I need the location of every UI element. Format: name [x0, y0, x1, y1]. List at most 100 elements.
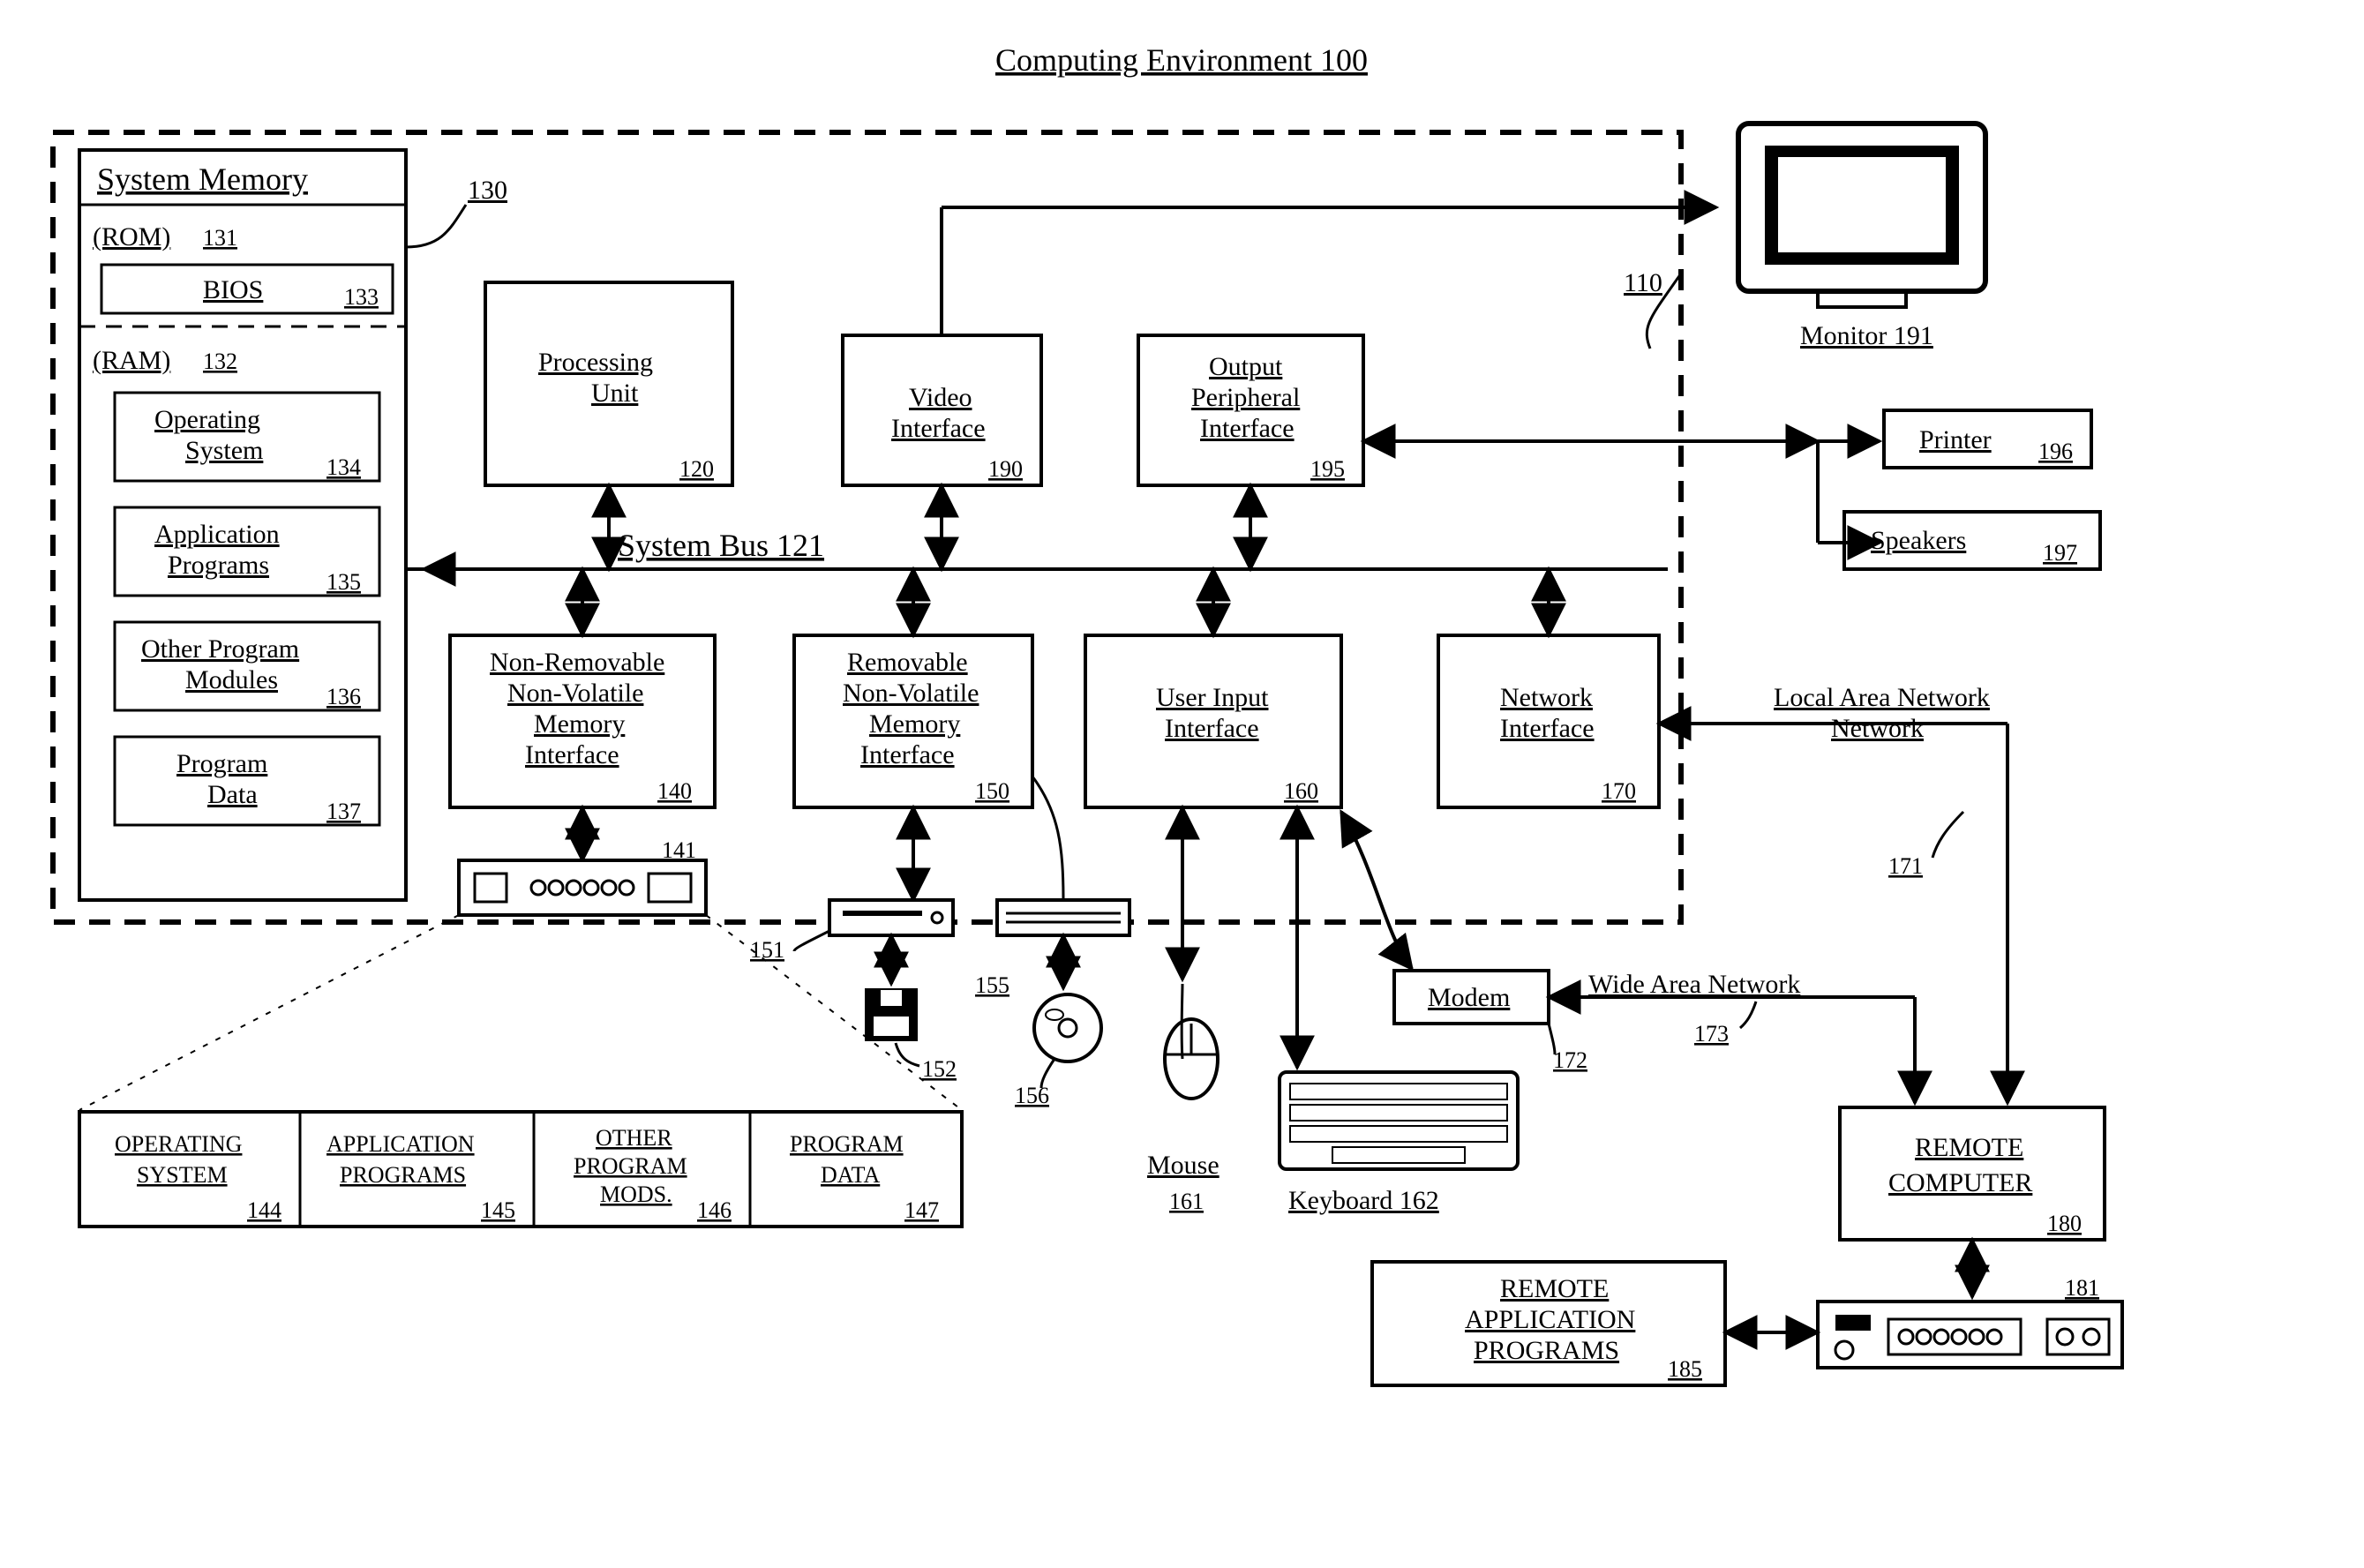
mouse-label: Mouse [1147, 1151, 1220, 1180]
svg-text:181: 181 [2065, 1275, 2099, 1301]
hdd-breakout: OPERATING SYSTEM 144 APPLICATION PROGRAM… [79, 915, 962, 1227]
bios-num: 133 [344, 284, 379, 310]
printer-box: Printer 196 [1884, 410, 2091, 468]
svg-text:Output: Output [1209, 352, 1283, 381]
svg-text:135: 135 [326, 569, 361, 595]
svg-text:173: 173 [1694, 1021, 1729, 1047]
svg-text:145: 145 [481, 1197, 515, 1223]
floppy-num: 152 [922, 1056, 957, 1082]
svg-text:OPERATING: OPERATING [115, 1131, 242, 1157]
svg-text:172: 172 [1553, 1047, 1587, 1073]
nrnv-box: Non-Removable Non-Volatile Memory Interf… [450, 569, 715, 860]
svg-text:REMOTE: REMOTE [1915, 1133, 2023, 1162]
svg-text:Local Area Network: Local Area Network [1774, 683, 1990, 712]
svg-text:Application: Application [154, 520, 280, 549]
rnv-box: Removable Non-Volatile Memory Interface … [794, 569, 1032, 900]
monitor-label: Monitor 191 [1800, 321, 1933, 350]
svg-text:137: 137 [326, 799, 361, 824]
svg-text:Memory: Memory [869, 709, 960, 739]
svg-text:144: 144 [247, 1197, 281, 1223]
svg-text:Peripheral: Peripheral [1191, 383, 1300, 412]
svg-text:Interface: Interface [1165, 714, 1259, 743]
svg-text:APPLICATION: APPLICATION [326, 1131, 475, 1157]
wan-link: Wide Area Network 173 [1549, 970, 1915, 1103]
remote-computer-box: REMOTE COMPUTER 180 [1840, 1107, 2105, 1297]
svg-text:136: 136 [326, 684, 361, 709]
user-input-box: User Input Interface 160 [1085, 569, 1341, 807]
svg-text:Interface: Interface [891, 414, 986, 443]
svg-text:185: 185 [1668, 1356, 1702, 1382]
odd-num: 155 [975, 972, 1009, 998]
svg-text:180: 180 [2047, 1211, 2082, 1236]
floppy-drive-icon: 151 152 [750, 900, 957, 1082]
svg-text:Interface: Interface [1500, 714, 1595, 743]
svg-text:Memory: Memory [534, 709, 625, 739]
sysmem-header: System Memory [97, 161, 308, 197]
bus-label: System Bus 121 [618, 528, 824, 563]
keyboard-label: Keyboard 162 [1288, 1186, 1439, 1215]
svg-text:APPLICATION: APPLICATION [1465, 1305, 1635, 1334]
svg-text:Other Program: Other Program [141, 634, 299, 664]
svg-text:Non-Volatile: Non-Volatile [843, 679, 979, 708]
modem-box: Modem 172 [1341, 812, 1587, 1073]
svg-text:171: 171 [1888, 853, 1923, 879]
svg-text:Data: Data [207, 780, 258, 809]
svg-text:DATA: DATA [821, 1162, 880, 1188]
svg-text:Non-Removable: Non-Removable [490, 648, 664, 677]
svg-text:Programs: Programs [168, 551, 269, 580]
svg-text:Unit: Unit [591, 379, 639, 408]
computer-num: 110 [1624, 268, 1662, 297]
svg-text:Printer: Printer [1919, 425, 1992, 454]
svg-text:195: 195 [1310, 456, 1345, 482]
svg-text:OTHER: OTHER [596, 1125, 672, 1151]
svg-text:Wide Area Network: Wide Area Network [1588, 970, 1800, 999]
sm-os-2: System [185, 436, 263, 465]
svg-text:PROGRAM: PROGRAM [574, 1153, 687, 1179]
speakers-box: Speakers 197 [1844, 512, 2100, 569]
svg-text:PROGRAMS: PROGRAMS [1474, 1336, 1619, 1365]
svg-text:160: 160 [1284, 778, 1318, 804]
network-interface-box: Network Interface 170 [1438, 569, 1659, 807]
rom-label: (ROM) [93, 222, 170, 251]
diagram-title: Computing Environment 100 [995, 42, 1368, 78]
mouse-num: 161 [1169, 1189, 1204, 1214]
monitor-icon: Monitor 191 [1738, 124, 1985, 350]
svg-text:PROGRAM: PROGRAM [790, 1131, 904, 1157]
svg-text:User Input: User Input [1156, 683, 1269, 712]
svg-text:150: 150 [975, 778, 1009, 804]
svg-text:146: 146 [697, 1197, 732, 1223]
system-memory-block: System Memory (ROM) 131 BIOS 133 (RAM) 1… [79, 150, 507, 900]
remote-hdd-icon: 181 [1818, 1275, 2122, 1368]
svg-text:Interface: Interface [525, 740, 619, 769]
svg-text:140: 140 [657, 778, 692, 804]
svg-text:196: 196 [2038, 439, 2073, 464]
sm-os-1: Operating [154, 405, 260, 434]
svg-text:Interface: Interface [860, 740, 955, 769]
svg-text:SYSTEM: SYSTEM [137, 1162, 228, 1188]
svg-text:Modem: Modem [1428, 983, 1510, 1012]
svg-text:190: 190 [988, 456, 1023, 482]
remote-app-programs-box: REMOTE APPLICATION PROGRAMS 185 [1372, 1262, 1818, 1385]
svg-text:Network: Network [1831, 714, 1924, 743]
rom-num: 131 [203, 225, 237, 251]
svg-text:COMPUTER: COMPUTER [1888, 1168, 2032, 1197]
svg-text:Video: Video [909, 383, 972, 412]
svg-text:MODS.: MODS. [600, 1182, 672, 1207]
sysmem-lead-num: 130 [468, 176, 507, 205]
optical-drive-icon: 155 156 [975, 776, 1129, 1108]
mouse-icon: Mouse 161 [1147, 807, 1220, 1214]
svg-text:120: 120 [679, 456, 714, 482]
svg-text:Speakers: Speakers [1871, 526, 1966, 555]
svg-text:Processing: Processing [538, 348, 653, 377]
svg-text:REMOTE: REMOTE [1500, 1274, 1609, 1303]
ram-num: 132 [203, 349, 237, 374]
svg-text:Non-Volatile: Non-Volatile [507, 679, 643, 708]
sm-os-num: 134 [326, 454, 361, 480]
ram-label: (RAM) [93, 346, 170, 375]
svg-text:197: 197 [2043, 540, 2077, 566]
diagram: Computing Environment 100 110 System Mem… [0, 0, 2364, 1568]
fdd-num: 151 [750, 937, 784, 963]
svg-text:147: 147 [904, 1197, 939, 1223]
svg-text:Removable: Removable [847, 648, 968, 677]
bios-label: BIOS [203, 275, 263, 304]
